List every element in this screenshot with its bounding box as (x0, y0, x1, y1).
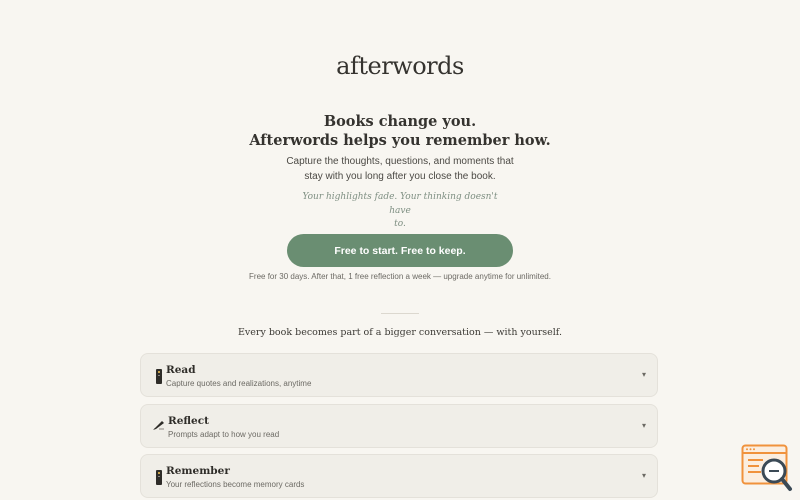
hero-subhead-line1: Capture the thoughts, questions, and mom… (286, 156, 514, 167)
section-divider (381, 313, 419, 314)
hero-headline: Books change you. Afterwords helps you r… (0, 112, 800, 150)
features-intro: Every book becomes part of a bigger conv… (237, 327, 562, 338)
book-icon (153, 368, 165, 384)
feature-desc-reflect: Prompts adapt to how you read (168, 430, 280, 439)
pricing-fineprint: Free for 30 days. After that, 1 free ref… (249, 272, 551, 281)
feature-title-read: Read (166, 364, 196, 376)
chevron-down-icon: ▾ (641, 471, 646, 480)
hero-headline-line1: Books change you. (323, 113, 477, 130)
feature-card-reflect[interactable]: Reflect Prompts adapt to how you read ▾ (140, 404, 658, 448)
start-free-button[interactable]: Free to start. Free to keep. (287, 234, 513, 267)
feature-title-reflect: Reflect (168, 415, 209, 427)
book-icon (153, 469, 165, 485)
hero-subhead-line2: stay with you long after you close the b… (304, 170, 496, 182)
chevron-down-icon: ▾ (641, 421, 646, 430)
brand-logo: afterwords (336, 52, 464, 80)
hero-tagline: Your highlights fade. Your thinking does… (300, 191, 500, 232)
feature-card-remember[interactable]: Remember Your reflections become memory … (140, 454, 658, 498)
search-browser-icon[interactable] (741, 444, 793, 494)
hero-subhead: Capture the thoughts, questions, and mom… (270, 155, 530, 184)
pen-icon (153, 417, 165, 433)
feature-desc-read: Capture quotes and realizations, anytime (166, 379, 312, 388)
hero-headline-line2: Afterwords helps you remember how. (249, 132, 551, 149)
chevron-down-icon: ▾ (641, 370, 646, 379)
hero-tagline-line2: to. (394, 219, 406, 229)
feature-desc-remember: Your reflections become memory cards (166, 480, 305, 489)
hero-tagline-line1: Your highlights fade. Your thinking does… (302, 192, 498, 216)
feature-card-read[interactable]: Read Capture quotes and realizations, an… (140, 353, 658, 397)
feature-title-remember: Remember (166, 465, 230, 477)
